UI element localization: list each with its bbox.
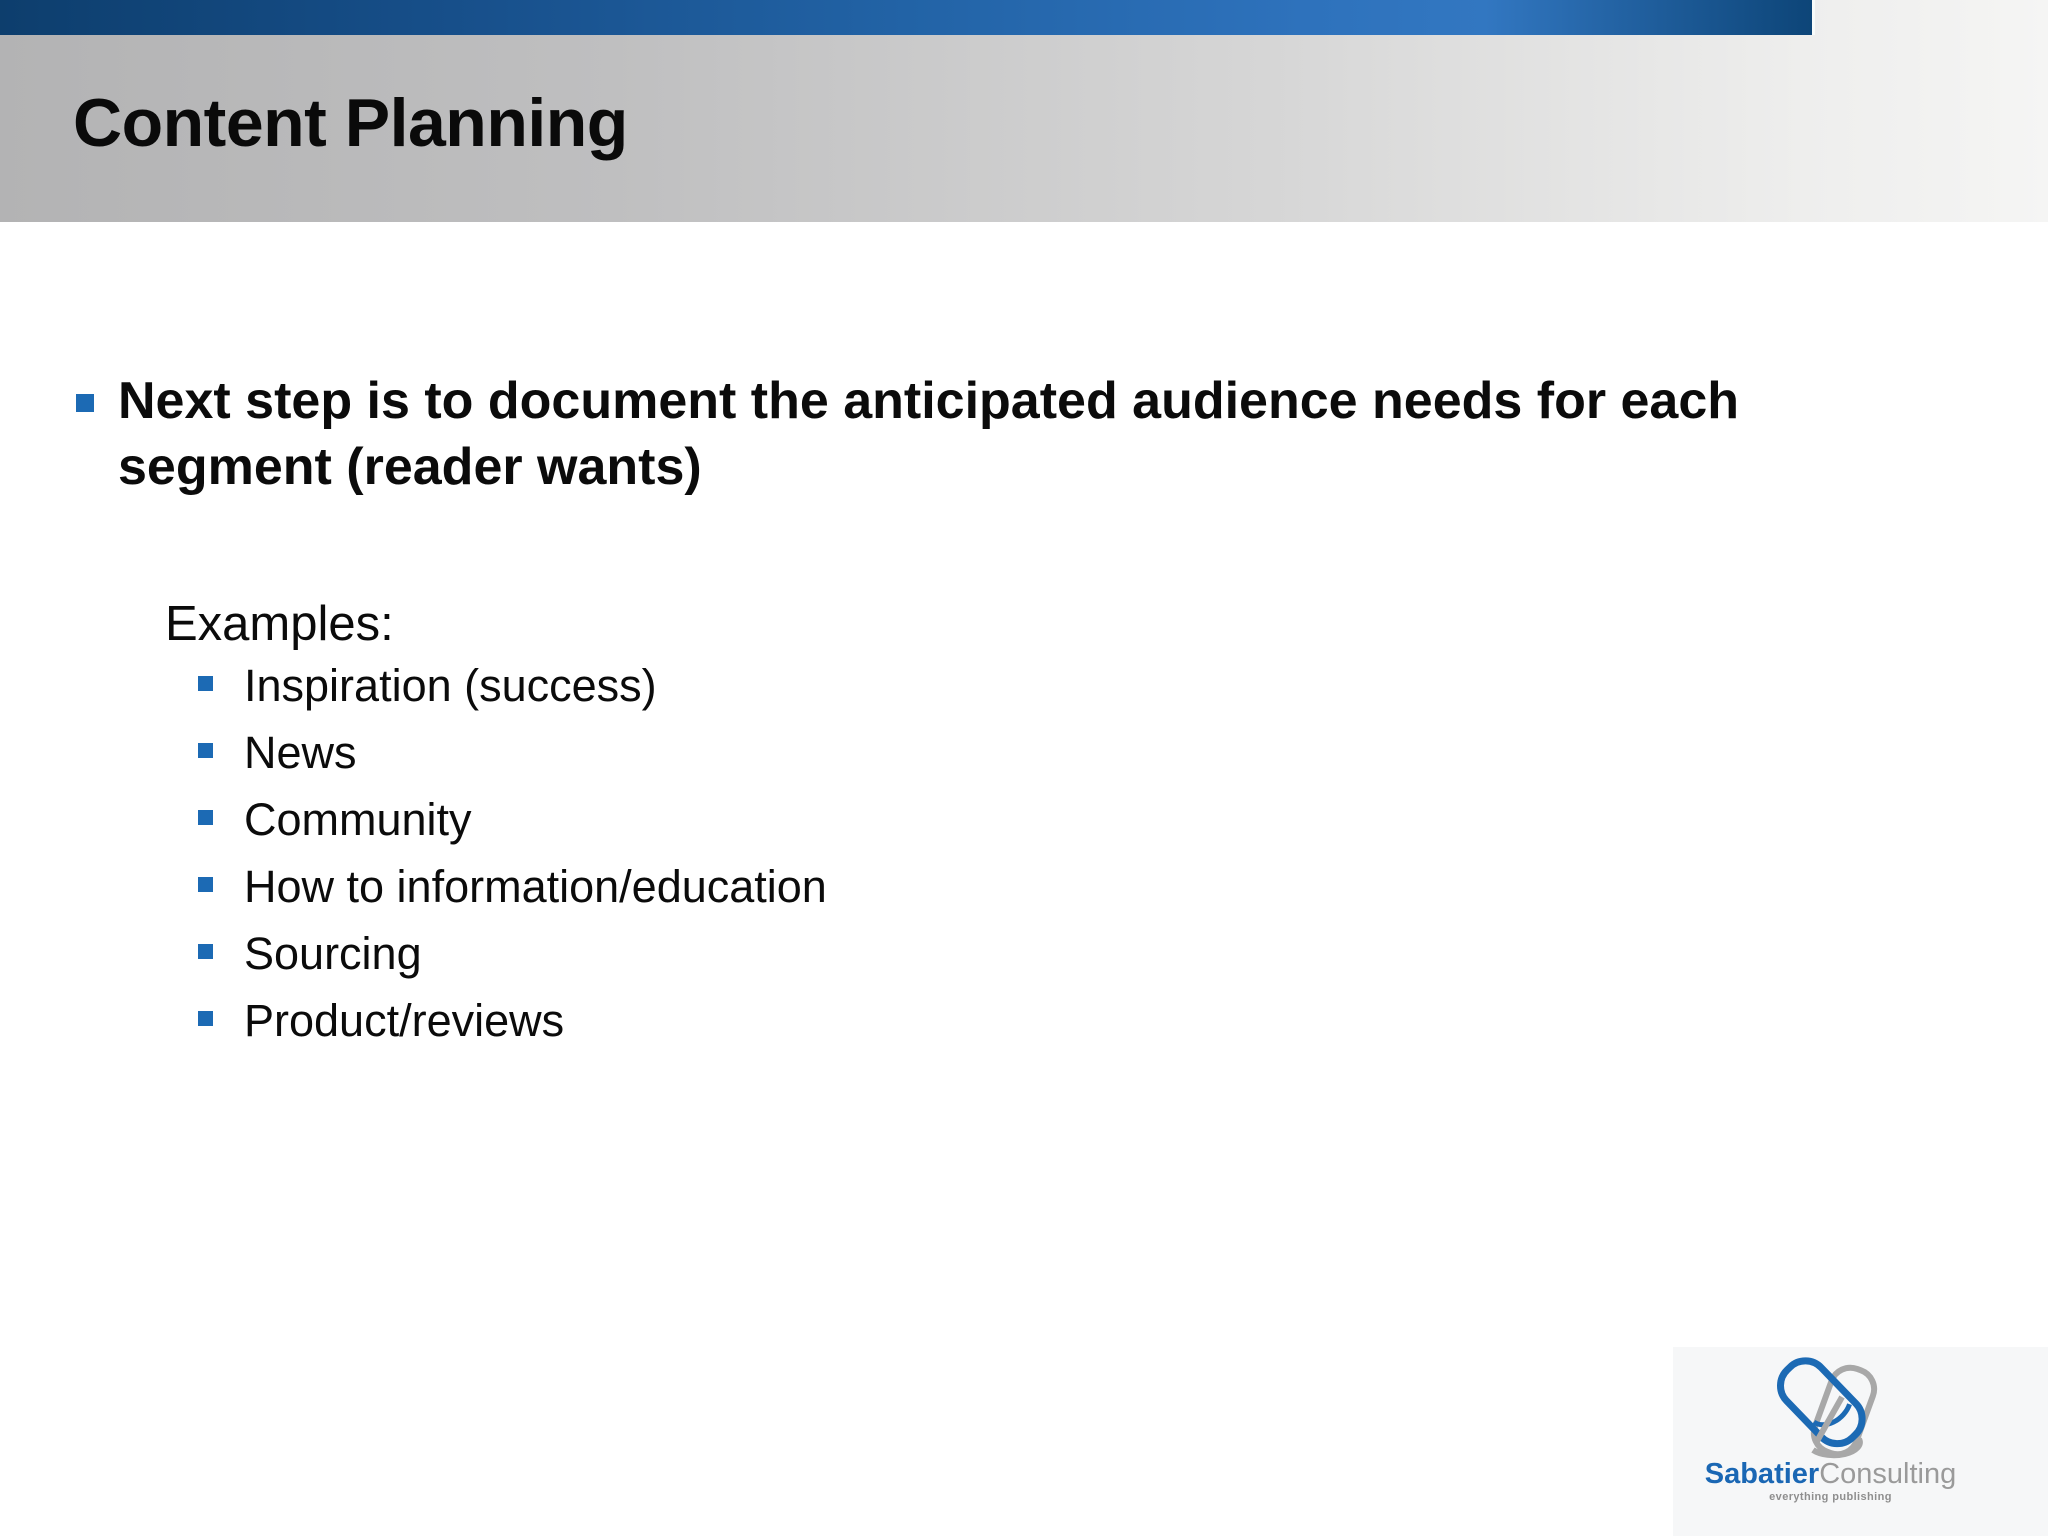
logo-brand-light: Consulting [1819,1458,1957,1490]
list-item-label: How to information/education [244,861,827,912]
bullet-square-icon [198,809,213,825]
logo-panel: SabatierConsulting everything publishing [1673,1347,2048,1536]
bullet-square-icon [76,394,94,412]
example-list: Inspiration (success) News Community How… [198,652,827,1054]
list-item: Product/reviews [198,987,827,1054]
list-item-label: Product/reviews [244,995,565,1046]
list-item-label: Community [244,794,472,845]
page-title: Content Planning [73,85,628,161]
list-item: Community [198,786,827,853]
logo-brand-bold: Sabatier [1704,1458,1820,1490]
paper-rolls-icon [1776,1357,1877,1459]
top-accent-bar [0,0,1815,35]
list-item-label: Sourcing [244,928,422,979]
list-item-label: Inspiration (success) [244,660,657,711]
logo-tagline: everything publishing [1769,1491,1892,1503]
bullet-main-text: Next step is to document the anticipated… [118,372,1740,496]
list-item: Sourcing [198,920,827,987]
logo-wordmark: SabatierConsulting [1705,1459,1956,1489]
list-item-label: News [244,727,357,778]
bullet-square-icon [198,675,213,691]
bullet-square-icon [198,943,213,959]
bullet-square-icon [198,1010,213,1026]
bullet-square-icon [198,742,213,758]
bullet-main: Next step is to document the anticipated… [76,368,1836,500]
bullet-square-icon [198,876,213,892]
list-item: News [198,719,827,786]
examples-label: Examples: [165,597,394,651]
list-item: How to information/education [198,853,827,920]
list-item: Inspiration (success) [198,652,827,719]
